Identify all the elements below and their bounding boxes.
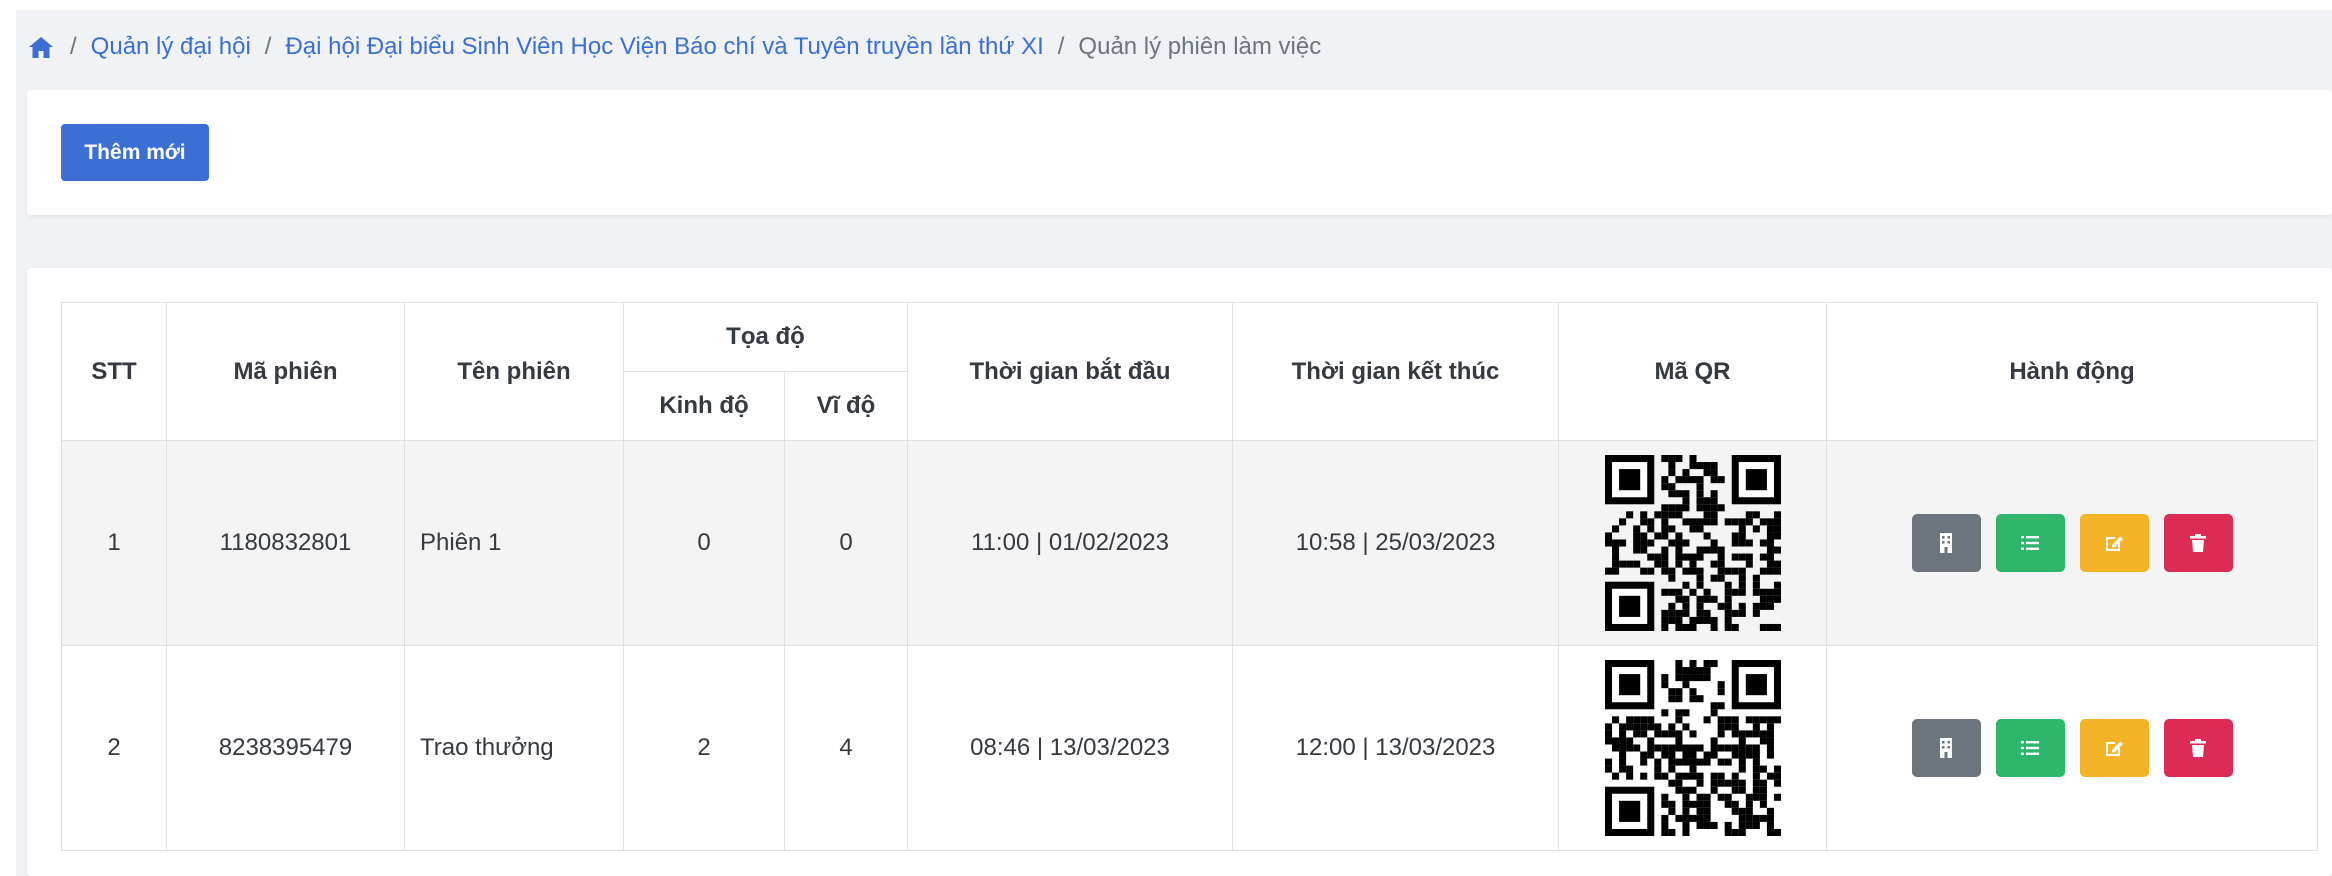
- list-icon: [2021, 536, 2039, 550]
- header-end-time: Thời gian kết thúc: [1232, 302, 1559, 441]
- building-icon: [1940, 533, 1952, 553]
- add-new-button[interactable]: Thêm mới: [61, 124, 209, 181]
- breadcrumb-link-congress-management[interactable]: Quản lý đại hội: [91, 33, 251, 61]
- cell-actions: [1826, 645, 2318, 851]
- list-button[interactable]: [1995, 514, 2065, 572]
- cell-latitude: 0: [784, 440, 908, 646]
- header-stt: STT: [61, 302, 167, 441]
- qr-code-image: [1604, 455, 1781, 631]
- action-group: [1827, 514, 2317, 572]
- header-session-code: Mã phiên: [166, 302, 405, 441]
- edit-button[interactable]: [2079, 514, 2149, 572]
- cell-qr: [1558, 440, 1827, 646]
- cell-stt: 2: [61, 645, 167, 851]
- building-icon: [1940, 738, 1952, 758]
- cell-latitude: 4: [784, 645, 908, 851]
- header-actions: Hành động: [1826, 302, 2318, 441]
- cell-qr: [1558, 645, 1827, 851]
- edit-button[interactable]: [2079, 719, 2149, 777]
- list-icon: [2021, 741, 2039, 755]
- cell-start-time: 11:00 | 01/02/2023: [907, 440, 1233, 646]
- cell-session-name: Trao thưởng: [404, 645, 624, 851]
- delete-button[interactable]: [2163, 719, 2233, 777]
- trash-icon: [2190, 739, 2206, 757]
- header-qr-code: Mã QR: [1558, 302, 1827, 441]
- header-start-time: Thời gian bắt đầu: [907, 302, 1233, 441]
- list-button[interactable]: [1995, 719, 2065, 777]
- cell-stt: 1: [61, 440, 167, 646]
- cell-session-code: 8238395479: [166, 645, 405, 851]
- toolbar-card: Thêm mới: [27, 90, 2332, 215]
- cell-longitude: 0: [623, 440, 785, 646]
- header-longitude: Kinh độ: [623, 371, 785, 441]
- home-icon[interactable]: [26, 34, 56, 60]
- breadcrumb-link-congress[interactable]: Đại hội Đại biểu Sinh Viên Học Viện Báo …: [285, 33, 1043, 61]
- table-row: 2 8238395479 Trao thưởng 2 4 08:46 | 13/…: [61, 645, 2318, 851]
- sessions-card: STT Mã phiên Tên phiên Tọa độ Thời gian …: [27, 268, 2332, 876]
- breadcrumb: / Quản lý đại hội / Đại hội Đại biểu Sin…: [26, 30, 1321, 64]
- cell-end-time: 12:00 | 13/03/2023: [1232, 645, 1559, 851]
- cell-end-time: 10:58 | 25/03/2023: [1232, 440, 1559, 646]
- cell-session-name: Phiên 1: [404, 440, 624, 646]
- cell-actions: [1826, 440, 2318, 646]
- edit-icon: [2106, 536, 2123, 551]
- building-button[interactable]: [1911, 514, 1981, 572]
- header-latitude: Vĩ độ: [784, 371, 908, 441]
- action-group: [1827, 719, 2317, 777]
- building-button[interactable]: [1911, 719, 1981, 777]
- header-session-name: Tên phiên: [404, 302, 624, 441]
- breadcrumb-separator: /: [70, 33, 77, 60]
- cell-session-code: 1180832801: [166, 440, 405, 646]
- trash-icon: [2190, 534, 2206, 552]
- edit-icon: [2106, 741, 2123, 756]
- breadcrumb-current: Quản lý phiên làm việc: [1078, 33, 1322, 60]
- breadcrumb-separator: /: [264, 33, 272, 60]
- cell-start-time: 08:46 | 13/03/2023: [907, 645, 1233, 851]
- qr-code-image: [1604, 660, 1781, 836]
- delete-button[interactable]: [2163, 514, 2233, 572]
- header-coordinates: Tọa độ: [623, 302, 908, 372]
- cell-longitude: 2: [623, 645, 785, 851]
- sessions-table: STT Mã phiên Tên phiên Tọa độ Thời gian …: [61, 302, 2318, 851]
- table-row: 1 1180832801 Phiên 1 0 0 11:00 | 01/02/2…: [61, 440, 2318, 646]
- breadcrumb-separator: /: [1057, 33, 1065, 60]
